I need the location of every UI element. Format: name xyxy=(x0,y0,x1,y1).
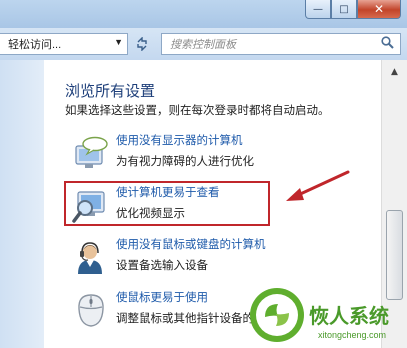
search-input[interactable]: 搜索控制面板 xyxy=(161,33,401,55)
breadcrumb-label: 轻松访问... xyxy=(8,39,62,51)
minimize-button[interactable]: — xyxy=(305,0,331,19)
highlight-box xyxy=(64,181,270,226)
scroll-thumb[interactable] xyxy=(386,210,403,300)
watermark-brand: 恢人系统 xyxy=(309,304,389,328)
refresh-icon[interactable] xyxy=(131,34,153,54)
link-no-mouse-keyboard[interactable]: 使用没有鼠标或键盘的计算机 xyxy=(116,236,266,252)
annotation-arrow-icon xyxy=(286,170,350,201)
mouse-icon xyxy=(72,293,110,329)
watermark-logo-icon xyxy=(250,288,304,342)
monitor-speech-icon xyxy=(72,136,110,172)
window-controls: — □ ✕ xyxy=(305,0,401,20)
search-icon[interactable] xyxy=(381,36,394,52)
user-headset-icon xyxy=(72,240,110,276)
title-bar: — □ ✕ xyxy=(0,0,407,28)
watermark-url: xitongcheng.com xyxy=(318,330,387,340)
link-no-display[interactable]: 使用没有显示器的计算机 xyxy=(116,132,243,148)
item-subtitle: 设置备选输入设备 xyxy=(116,258,208,272)
page-description: 如果选择这些设置，则在每次登录时都将自动启动。 xyxy=(65,103,330,117)
search-placeholder: 搜索控制面板 xyxy=(170,39,236,51)
scroll-up-icon[interactable]: ▲ xyxy=(386,63,403,80)
item-subtitle: 为有视力障碍的人进行优化 xyxy=(116,154,254,168)
close-button[interactable]: ✕ xyxy=(357,0,401,19)
page-title: 浏览所有设置 xyxy=(65,82,156,100)
breadcrumb[interactable]: 轻松访问... ▼ xyxy=(0,33,128,55)
maximize-button[interactable]: □ xyxy=(331,0,357,19)
chevron-down-icon[interactable]: ▼ xyxy=(114,37,123,47)
link-mouse-easier[interactable]: 使鼠标更易于使用 xyxy=(116,289,208,305)
navigation-pane xyxy=(0,60,44,348)
list-item-no-mouse-keyboard: 使用没有鼠标或键盘的计算机 设置备选输入设备 xyxy=(72,236,372,280)
address-bar: 轻松访问... ▼ 搜索控制面板 xyxy=(0,28,407,60)
